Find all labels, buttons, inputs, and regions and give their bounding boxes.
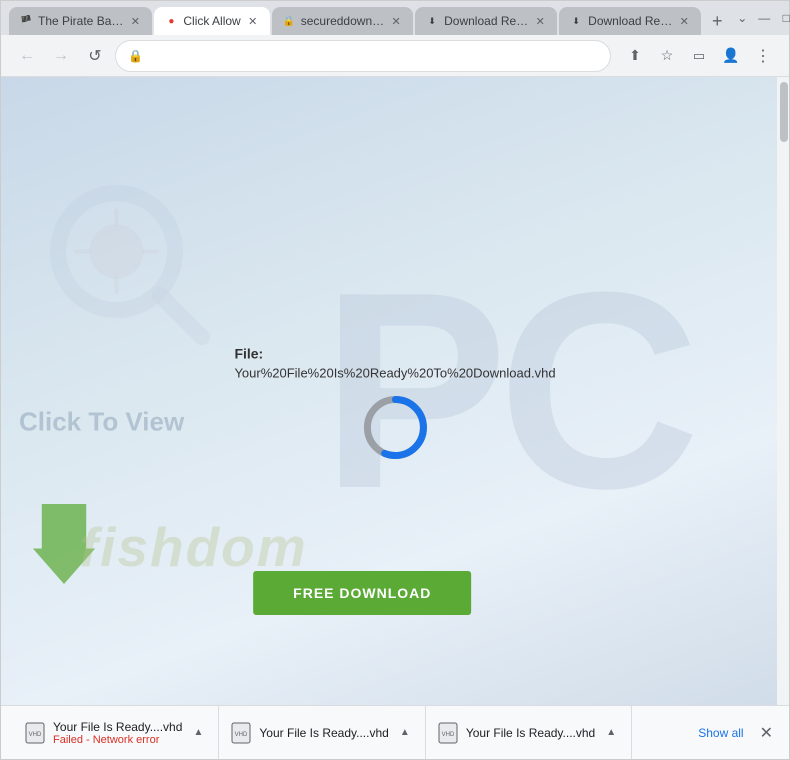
loading-ring-container — [234, 392, 555, 462]
download-filename-1: Your File Is Ready....vhd — [53, 720, 182, 734]
watermark-logo-svg — [40, 175, 220, 355]
tab-3-favicon: 🔒 — [282, 14, 296, 28]
address-bar[interactable]: 🔒 — [115, 40, 611, 72]
reading-mode-icon[interactable]: ▭ — [685, 42, 713, 70]
scrollbar-thumb[interactable] — [780, 82, 788, 142]
tab-5-title: Download Re… — [588, 14, 672, 28]
svg-text:VHD: VHD — [29, 732, 42, 738]
nav-actions: ⬆ ☆ ▭ 👤 ⋮ — [621, 42, 777, 70]
tab-5-favicon: ⬇ — [569, 14, 583, 28]
click-to-view-text: Click To View — [19, 407, 184, 438]
window-controls: — □ ✕ — [757, 11, 790, 25]
free-download-button[interactable]: FREE DOWNLOAD — [253, 571, 471, 615]
tab-5[interactable]: ⬇ Download Re… ✕ — [559, 7, 701, 35]
tab-2-close[interactable]: ✕ — [246, 14, 260, 28]
svg-text:VHD: VHD — [235, 732, 248, 738]
download-bar-actions: Show all ✕ — [698, 719, 777, 747]
reload-button[interactable]: ↺ — [81, 42, 109, 70]
download-info-3: Your File Is Ready....vhd — [466, 726, 595, 740]
close-download-bar-button[interactable]: ✕ — [756, 719, 777, 747]
minimize-button[interactable]: — — [757, 11, 771, 25]
show-all-link[interactable]: Show all — [698, 726, 743, 740]
download-item-3: VHD Your File Is Ready....vhd ▲ — [426, 706, 632, 759]
download-expand-2[interactable]: ▲ — [395, 723, 415, 743]
tab-2[interactable]: ● Click Allow ✕ — [154, 7, 269, 35]
tab-4-title: Download Re… — [444, 14, 528, 28]
forward-button[interactable]: → — [47, 42, 75, 70]
loading-ring-svg — [360, 392, 430, 462]
page-content: PC Click To View fishdom File: Your%20Fi… — [1, 77, 789, 705]
download-file-icon-3: VHD — [436, 721, 460, 745]
menu-icon[interactable]: ⋮ — [749, 42, 777, 70]
svg-text:VHD: VHD — [441, 732, 454, 738]
download-expand-3[interactable]: ▲ — [601, 723, 621, 743]
tab-strip: 🏴 The Pirate Ba… ✕ ● Click Allow ✕ 🔒 sec… — [9, 1, 731, 35]
download-expand-1[interactable]: ▲ — [188, 723, 208, 743]
file-label: File: — [234, 345, 555, 361]
tab-5-close[interactable]: ✕ — [677, 14, 691, 28]
download-info-1: Your File Is Ready....vhd Failed - Netwo… — [53, 720, 182, 746]
nav-bar: ← → ↺ 🔒 ⬆ ☆ ▭ 👤 ⋮ — [1, 35, 789, 77]
tab-1-close[interactable]: ✕ — [128, 14, 142, 28]
tab-3[interactable]: 🔒 secureddown… ✕ — [272, 7, 413, 35]
tab-4[interactable]: ⬇ Download Re… ✕ — [415, 7, 557, 35]
download-item-1: VHD Your File Is Ready....vhd Failed - N… — [13, 706, 219, 759]
tab-2-title: Click Allow — [183, 14, 240, 28]
download-status-1: Failed - Network error — [53, 734, 182, 746]
tab-1-title: The Pirate Ba… — [38, 14, 123, 28]
file-name: Your%20File%20Is%20Ready%20To%20Download… — [234, 365, 555, 380]
maximize-button[interactable]: □ — [779, 11, 790, 25]
tab-2-favicon: ● — [164, 14, 178, 28]
scrollbar[interactable] — [777, 77, 789, 705]
fishdom-watermark: fishdom — [80, 515, 308, 579]
download-item-2: VHD Your File Is Ready....vhd ▲ — [219, 706, 425, 759]
tab-4-close[interactable]: ✕ — [533, 14, 547, 28]
profile-icon[interactable]: 👤 — [717, 42, 745, 70]
file-info: File: Your%20File%20Is%20Ready%20To%20Do… — [234, 345, 555, 462]
download-bar: VHD Your File Is Ready....vhd Failed - N… — [1, 705, 789, 759]
tab-4-favicon: ⬇ — [425, 14, 439, 28]
browser-window: 🏴 The Pirate Ba… ✕ ● Click Allow ✕ 🔒 sec… — [0, 0, 790, 760]
bookmark-icon[interactable]: ☆ — [653, 42, 681, 70]
lock-icon: 🔒 — [128, 49, 143, 63]
tab-1-favicon: 🏴 — [19, 14, 33, 28]
new-tab-button[interactable]: + — [703, 7, 731, 35]
download-file-icon-1: VHD — [23, 721, 47, 745]
collapse-tabs-icon[interactable]: ⌄ — [735, 11, 749, 25]
tab-1[interactable]: 🏴 The Pirate Ba… ✕ — [9, 7, 152, 35]
title-bar: 🏴 The Pirate Ba… ✕ ● Click Allow ✕ 🔒 sec… — [1, 1, 789, 35]
tab-3-close[interactable]: ✕ — [389, 14, 403, 28]
share-icon[interactable]: ⬆ — [621, 42, 649, 70]
tab-3-title: secureddown… — [301, 14, 384, 28]
download-file-icon-2: VHD — [229, 721, 253, 745]
download-filename-2: Your File Is Ready....vhd — [259, 726, 388, 740]
download-info-2: Your File Is Ready....vhd — [259, 726, 388, 740]
tab-strip-controls: ⌄ — [735, 11, 749, 25]
download-filename-3: Your File Is Ready....vhd — [466, 726, 595, 740]
arrow-down-icon — [29, 504, 99, 584]
back-button[interactable]: ← — [13, 42, 41, 70]
